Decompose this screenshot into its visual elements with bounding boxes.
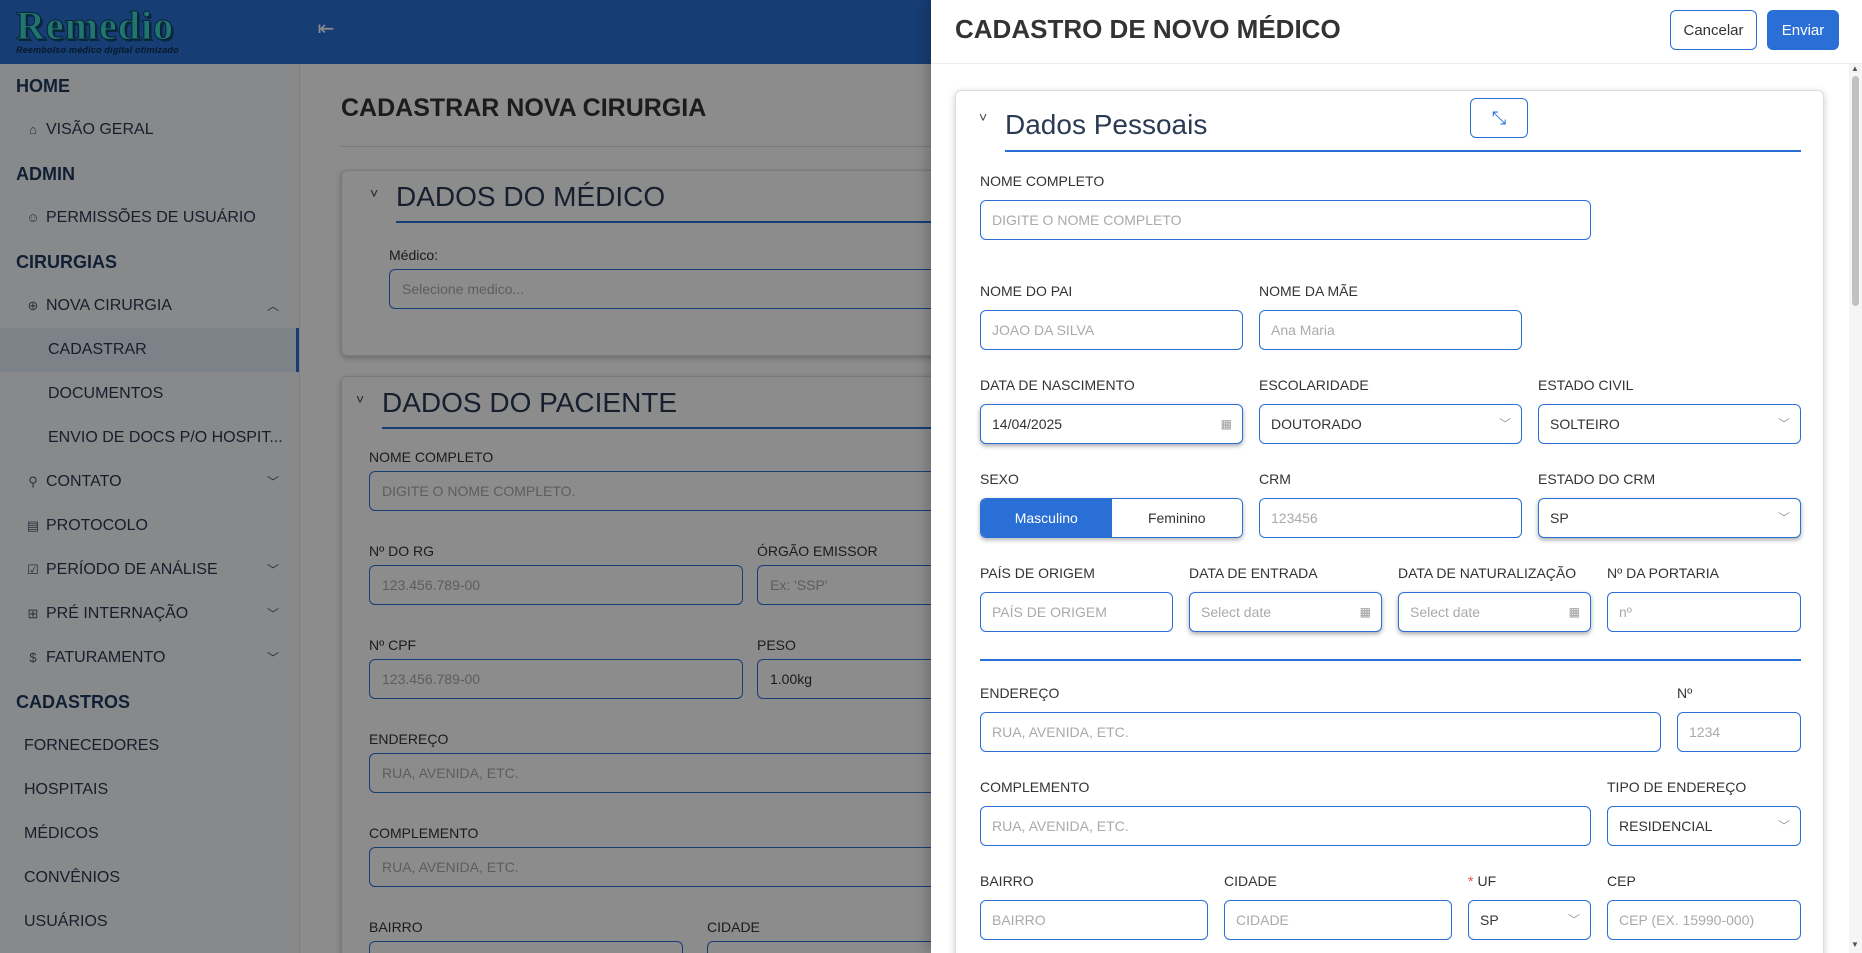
cep-label: CEP <box>1607 873 1636 889</box>
endereco-label: ENDEREÇO <box>980 685 1060 701</box>
data-naturalizacao-input[interactable]: Select date ▦ <box>1398 592 1591 632</box>
tipo-endereco-label: TIPO DE ENDEREÇO <box>1607 779 1747 795</box>
uf-select[interactable]: SP ﹀ <box>1468 900 1591 940</box>
tipo-endereco-value: RESIDENCIAL <box>1619 818 1713 834</box>
nome-mae-label: NOME DA MÃE <box>1259 283 1358 299</box>
escolaridade-value: DOUTORADO <box>1271 416 1362 432</box>
new-doctor-drawer: CADASTRO DE NOVO MÉDICO Cancelar Enviar … <box>931 0 1862 953</box>
estado-crm-select[interactable]: SP ﹀ <box>1538 498 1801 538</box>
nome-pai-input[interactable]: JOAO DA SILVA <box>980 310 1243 350</box>
num-portaria-label: Nº DA PORTARIA <box>1607 565 1719 581</box>
required-mark: * <box>1468 873 1474 889</box>
scrollbar-thumb[interactable] <box>1852 76 1859 306</box>
nome-completo-label: NOME COMPLETO <box>980 173 1105 189</box>
tipo-endereco-select[interactable]: RESIDENCIAL ﹀ <box>1607 806 1801 846</box>
sexo-toggle: Masculino Feminino <box>980 498 1243 538</box>
cidade-input[interactable]: CIDADE <box>1224 900 1452 940</box>
data-naturalizacao-placeholder: Select date <box>1410 604 1481 620</box>
uf-value: SP <box>1480 912 1499 928</box>
data-entrada-input[interactable]: Select date ▦ <box>1189 592 1382 632</box>
data-nascimento-input[interactable]: 14/04/2025 ▦ <box>980 404 1243 444</box>
chevron-down-icon: ﹀ <box>1777 511 1790 525</box>
drawer-body: ˅ Dados Pessoais ⤡ NOME COMPLETO DIGITE … <box>931 64 1862 953</box>
sexo-option-feminino[interactable]: Feminino <box>1111 499 1242 537</box>
collapse-arrows-icon[interactable]: ⤡ <box>1470 98 1528 138</box>
data-nascimento-value: 14/04/2025 <box>992 416 1063 432</box>
chevron-down-icon[interactable]: ˅ <box>979 109 987 125</box>
data-entrada-label: DATA DE ENTRADA <box>1189 565 1318 581</box>
scroll-down-icon[interactable]: ▼ <box>1851 940 1859 949</box>
uf-label: * UF <box>1468 873 1496 889</box>
calendar-icon[interactable]: ▦ <box>1569 593 1580 631</box>
numero-input[interactable]: 1234 <box>1677 712 1801 752</box>
nome-completo-input[interactable]: DIGITE O NOME COMPLETO <box>980 200 1591 240</box>
escolaridade-label: ESCOLARIDADE <box>1259 377 1369 393</box>
calendar-icon[interactable]: ▦ <box>1221 405 1232 443</box>
data-nascimento-label: DATA DE NASCIMENTO <box>980 377 1135 393</box>
data-entrada-placeholder: Select date <box>1201 604 1272 620</box>
chevron-down-icon: ﹀ <box>1777 417 1790 431</box>
bairro-label: BAIRRO <box>980 873 1034 889</box>
estado-crm-value: SP <box>1550 510 1569 526</box>
estado-civil-select[interactable]: SOLTEIRO ﹀ <box>1538 404 1801 444</box>
crm-input[interactable]: 123456 <box>1259 498 1522 538</box>
dados-pessoais-card: ˅ Dados Pessoais ⤡ NOME COMPLETO DIGITE … <box>955 90 1824 953</box>
section-title: Dados Pessoais <box>1005 109 1208 140</box>
pais-origem-label: PAÍS DE ORIGEM <box>980 565 1095 581</box>
section-divider <box>980 659 1801 661</box>
estado-civil-label: ESTADO CIVIL <box>1538 377 1634 393</box>
pais-origem-input[interactable]: PAÍS DE ORIGEM <box>980 592 1173 632</box>
drawer-scrollbar[interactable]: ▲ ▼ <box>1849 64 1862 953</box>
estado-civil-value: SOLTEIRO <box>1550 416 1620 432</box>
bairro-input[interactable]: BAIRRO <box>980 900 1208 940</box>
complemento-input[interactable]: RUA, AVENIDA, ETC. <box>980 806 1591 846</box>
cep-input[interactable]: CEP (EX. 15990-000) <box>1607 900 1801 940</box>
modal-overlay[interactable] <box>0 0 931 953</box>
section-rule <box>1005 150 1801 152</box>
calendar-icon[interactable]: ▦ <box>1360 593 1371 631</box>
numero-label: Nº <box>1677 685 1693 701</box>
chevron-down-icon: ﹀ <box>1777 819 1790 833</box>
nome-pai-label: NOME DO PAI <box>980 283 1073 299</box>
data-naturalizacao-label: DATA DE NATURALIZAÇÃO <box>1398 565 1577 581</box>
sexo-label: SEXO <box>980 471 1019 487</box>
chevron-down-icon: ﹀ <box>1498 417 1511 431</box>
crm-label: CRM <box>1259 471 1291 487</box>
scroll-up-icon[interactable]: ▲ <box>1851 64 1859 73</box>
sexo-option-masculino[interactable]: Masculino <box>981 499 1112 537</box>
endereco-input[interactable]: RUA, AVENIDA, ETC. <box>980 712 1661 752</box>
nome-mae-input[interactable]: Ana Maria <box>1259 310 1522 350</box>
cancel-button[interactable]: Cancelar <box>1670 10 1757 50</box>
cidade-label: CIDADE <box>1224 873 1277 889</box>
escolaridade-select[interactable]: DOUTORADO ﹀ <box>1259 404 1522 444</box>
chevron-down-icon: ﹀ <box>1567 913 1580 927</box>
complemento-label: COMPLEMENTO <box>980 779 1090 795</box>
drawer-header: CADASTRO DE NOVO MÉDICO Cancelar Enviar <box>931 0 1862 64</box>
estado-crm-label: ESTADO DO CRM <box>1538 471 1656 487</box>
uf-label-text: UF <box>1477 873 1497 889</box>
submit-button[interactable]: Enviar <box>1767 10 1839 50</box>
drawer-title: CADASTRO DE NOVO MÉDICO <box>955 14 1341 44</box>
num-portaria-input[interactable]: nº <box>1607 592 1801 632</box>
